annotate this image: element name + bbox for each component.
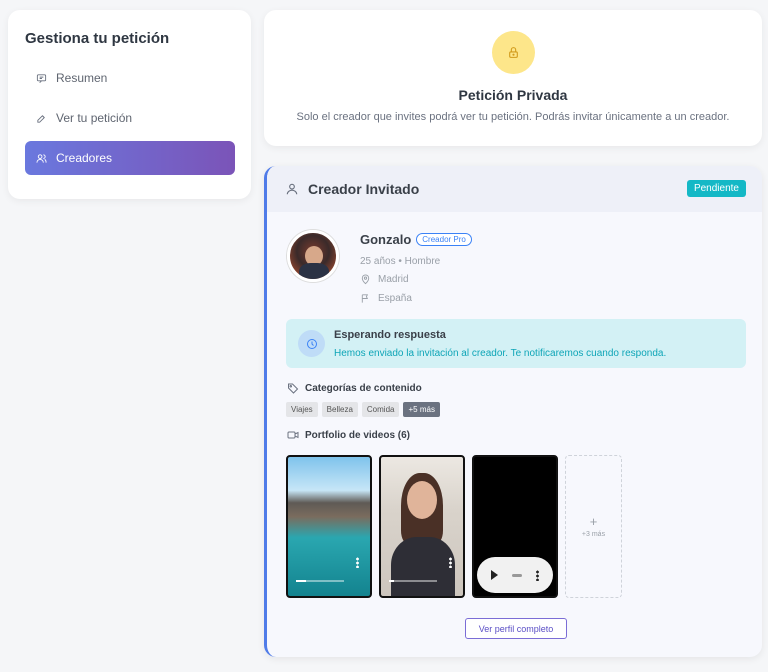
video-progress-bar[interactable]	[389, 580, 437, 582]
private-request-description: Solo el creador que invites podrá ver tu…	[296, 111, 730, 123]
clock-badge	[298, 330, 325, 357]
edit-icon	[37, 114, 45, 123]
pro-badge: Creador Pro	[416, 233, 472, 246]
category-more-tag[interactable]: +5 más	[403, 402, 440, 417]
more-options-icon[interactable]	[536, 569, 539, 581]
plus-icon: +	[589, 514, 598, 529]
user-icon	[286, 183, 298, 195]
sidebar-title: Gestiona tu petición	[25, 30, 170, 47]
sidebar-item-resumen[interactable]: Resumen	[25, 61, 235, 95]
lock-icon	[508, 47, 518, 58]
waiting-response-alert: Esperando respuesta Hemos enviado la inv…	[286, 319, 746, 368]
creator-name-row: Gonzalo Creador Pro	[360, 232, 472, 247]
more-options-icon[interactable]	[356, 557, 359, 568]
creator-country-text: España	[378, 293, 412, 304]
video-thumbnail-beach[interactable]	[286, 455, 372, 598]
private-request-title: Petición Privada	[458, 87, 568, 103]
creator-country: España	[360, 293, 412, 304]
sidebar-item-label: Ver tu petición	[56, 111, 133, 125]
avatar[interactable]	[287, 230, 339, 282]
sidebar-item-label: Creadores	[56, 151, 113, 165]
volume-icon[interactable]	[512, 573, 522, 577]
category-tag: Viajes	[286, 402, 318, 417]
video-thumbnail-person[interactable]	[379, 455, 465, 598]
video-progress-bar[interactable]	[296, 580, 344, 582]
invited-creator-card: Creador Invitado Pendiente Gonzalo Cread…	[264, 166, 762, 657]
sidebar: Gestiona tu petición Resumen Ver tu peti…	[8, 10, 251, 199]
sidebar-item-creadores[interactable]: Creadores	[25, 141, 235, 175]
video-progress-fill	[389, 580, 394, 582]
video-icon	[287, 431, 299, 439]
private-request-card: Petición Privada Solo el creador que inv…	[264, 10, 762, 146]
sidebar-item-label: Resumen	[56, 71, 108, 85]
portfolio-heading: Portfolio de videos (6)	[287, 429, 410, 441]
category-tag: Belleza	[321, 402, 358, 417]
play-icon[interactable]	[491, 570, 498, 580]
sidebar-item-ver-peticion[interactable]: Ver tu petición	[25, 101, 235, 135]
video-player-black[interactable]	[472, 455, 558, 598]
creator-age-gender-text: 25 años • Hombre	[360, 256, 441, 267]
portfolio-title: Portfolio de videos (6)	[305, 429, 411, 441]
more-options-icon[interactable]	[449, 557, 452, 568]
video-controls	[477, 557, 553, 593]
location-pin-icon	[361, 274, 370, 285]
categories-heading: Categorías de contenido	[287, 382, 422, 394]
category-tag: Comida	[361, 402, 400, 417]
category-tags: Viajes Belleza Comida +5 más	[286, 402, 440, 417]
creator-city: Madrid	[360, 274, 409, 285]
creator-name: Gonzalo	[360, 232, 412, 247]
waiting-title: Esperando respuesta	[334, 329, 446, 341]
status-badge: Pendiente	[686, 180, 746, 197]
invited-creator-title: Creador Invitado	[308, 181, 420, 197]
flag-icon	[361, 294, 369, 303]
message-icon	[36, 73, 47, 83]
creator-city-text: Madrid	[378, 274, 409, 285]
lock-badge	[491, 31, 535, 74]
creator-age-gender: 25 años • Hombre	[360, 256, 440, 267]
invited-creator-header: Creador Invitado Pendiente	[267, 166, 762, 212]
categories-title: Categorías de contenido	[305, 382, 422, 394]
video-portfolio: + +3 más	[286, 455, 622, 598]
more-videos-tile[interactable]: + +3 más	[565, 455, 622, 598]
clock-icon	[306, 338, 317, 349]
more-videos-label: +3 más	[581, 531, 606, 538]
view-full-profile-button[interactable]: Ver perfil completo	[465, 618, 567, 639]
waiting-text: Hemos enviado la invitación al creador. …	[334, 348, 667, 359]
video-progress-fill	[296, 580, 306, 582]
tag-icon	[288, 383, 299, 394]
users-icon	[36, 153, 47, 163]
